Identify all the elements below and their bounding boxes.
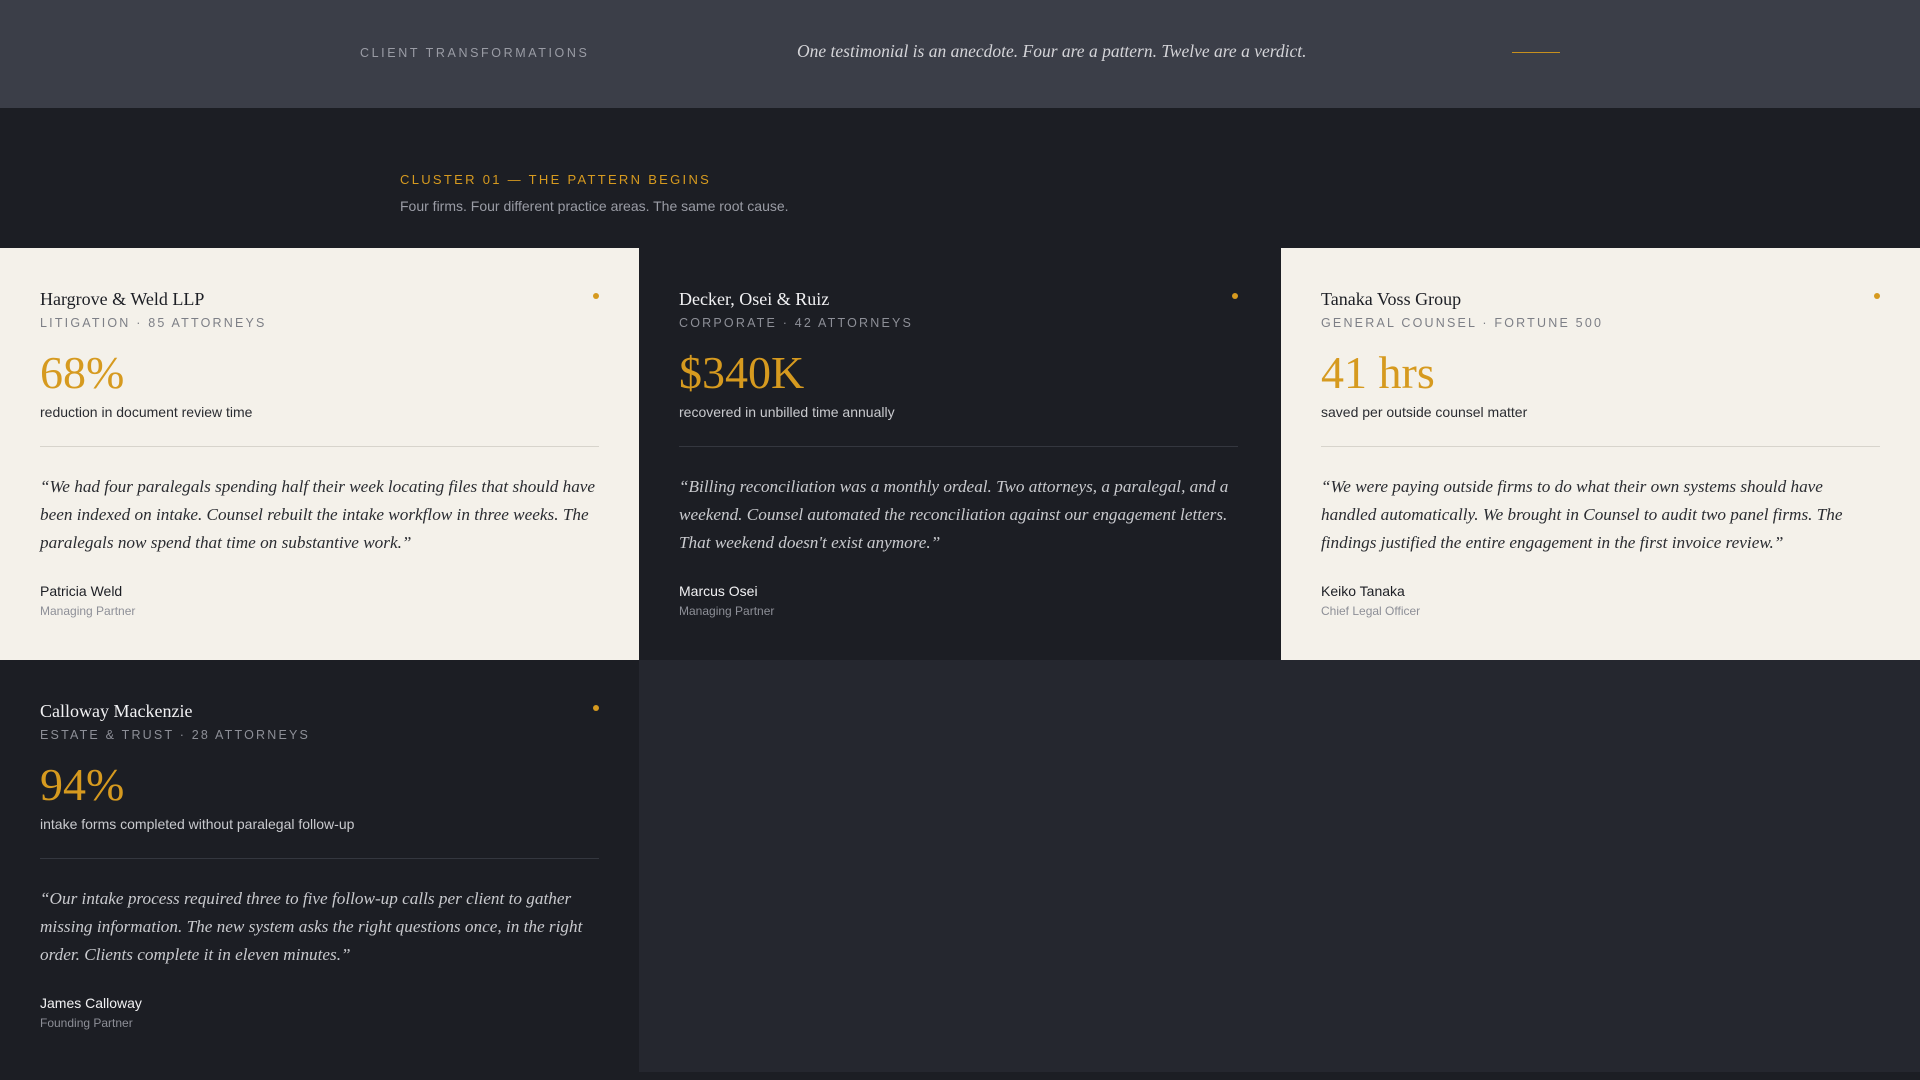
accent-divider [1512,52,1560,53]
firm-name: Decker, Osei & Ruiz [679,289,830,309]
person-role: Chief Legal Officer [1321,604,1421,618]
cluster-label: CLUSTER 01 — THE PATTERN BEGINS [400,172,712,187]
accent-dot-icon [1874,293,1880,299]
stat-description: reduction in document review time [40,404,253,420]
testimonial-card: Decker, Osei & Ruiz CORPORATE · 42 ATTOR… [639,248,1278,660]
person-role: Founding Partner [40,1016,133,1030]
testimonial-quote: “We were paying outside firms to do what… [1321,477,1843,552]
cluster-header: CLUSTER 01 — THE PATTERN BEGINS Four fir… [0,108,1920,248]
headline-stat: 94% [40,759,125,810]
testimonial-card: Tanaka Voss Group GENERAL COUNSEL · FORT… [1281,248,1920,660]
accent-dot-icon [593,705,599,711]
stat-description: intake forms completed without paralegal… [40,816,355,832]
cluster-description: Four firms. Four different practice area… [400,198,789,214]
person-name: Keiko Tanaka [1321,583,1405,599]
stat-description: recovered in unbilled time annually [679,404,895,420]
empty-grid-panel [639,660,1920,1072]
firm-name: Calloway Mackenzie [40,701,193,721]
person-role: Managing Partner [679,604,775,618]
testimonial-card: Calloway Mackenzie ESTATE & TRUST · 28 A… [0,660,639,1072]
firm-name: Hargrove & Weld LLP [40,289,205,309]
headline-stat: 41 hrs [1321,347,1435,398]
divider [40,858,599,859]
accent-dot-icon [593,293,599,299]
firm-meta: CORPORATE · 42 ATTORNEYS [679,316,914,330]
section-eyebrow: CLIENT TRANSFORMATIONS [360,46,590,60]
accent-dot-icon [1232,293,1238,299]
person-name: James Calloway [40,995,142,1011]
testimonial-quote: “Billing reconciliation was a monthly or… [679,477,1229,552]
person-name: Patricia Weld [40,583,123,599]
firm-name: Tanaka Voss Group [1321,289,1462,309]
testimonial-quote: “We had four paralegals spending half th… [40,477,596,552]
firm-meta: LITIGATION · 85 ATTORNEYS [40,316,267,330]
person-role: Managing Partner [40,604,136,618]
headline-stat: 68% [40,347,125,398]
divider [1321,446,1880,447]
firm-meta: ESTATE & TRUST · 28 ATTORNEYS [40,728,311,742]
stat-description: saved per outside counsel matter [1321,404,1528,420]
person-name: Marcus Osei [679,583,758,599]
divider [40,446,599,447]
header-band: CLIENT TRANSFORMATIONS One testimonial i… [0,0,1920,108]
testimonial-quote: “Our intake process required three to fi… [40,889,583,964]
divider [679,446,1238,447]
firm-meta: GENERAL COUNSEL · FORTUNE 500 [1321,316,1604,330]
testimonial-card: Hargrove & Weld LLP LITIGATION · 85 ATTO… [0,248,639,660]
headline-stat: $340K [679,347,805,398]
section-tagline: One testimonial is an anecdote. Four are… [797,41,1307,61]
